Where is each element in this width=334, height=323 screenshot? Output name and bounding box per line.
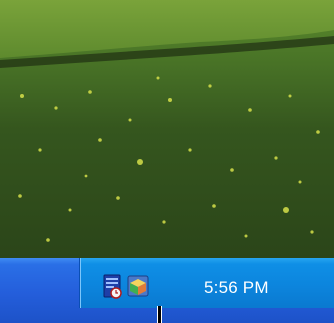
network-package-icon[interactable] (126, 274, 150, 300)
server-monitor-icon[interactable] (101, 274, 125, 300)
notification-area: 5:56 PM (79, 258, 334, 308)
taskbar: 5:56 PM (0, 258, 334, 323)
taskbar-button-area[interactable] (0, 258, 72, 308)
system-clock[interactable]: 5:56 PM (204, 278, 269, 298)
mouse-cursor (157, 306, 162, 323)
desktop-wallpaper (0, 0, 334, 258)
